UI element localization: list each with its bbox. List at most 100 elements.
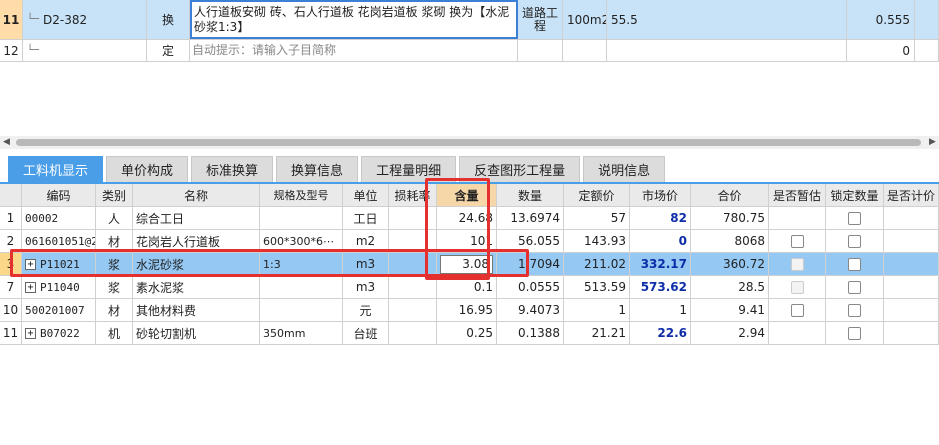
market-price-cell[interactable]: 332.17 — [630, 253, 691, 275]
tab-conversion-info[interactable]: 换算信息 — [276, 156, 359, 182]
name-cell[interactable]: 素水泥浆 — [133, 276, 260, 298]
detail-tabs: 工料机显示 单价构成 标准换算 换算信息 工程量明细 反查图形工程量 说明信息 — [8, 156, 668, 182]
total-cell[interactable]: 780.75 — [691, 207, 769, 229]
unit-cell[interactable]: 台班 — [343, 322, 389, 344]
estimate-checkbox[interactable] — [790, 234, 804, 248]
code-cell[interactable]: 00002 — [22, 207, 96, 229]
lock-qty-checkbox[interactable] — [848, 280, 861, 294]
scroll-right-icon[interactable]: ▶ — [926, 136, 939, 149]
header-is-estimate[interactable]: 是否暂估 — [769, 184, 826, 206]
code-cell[interactable]: + P11040 — [22, 276, 96, 298]
header-type[interactable]: 类别 — [96, 184, 133, 206]
calc-cell — [884, 230, 939, 252]
code-cell[interactable]: 500201007 — [22, 299, 96, 321]
table-row[interactable]: 10 500201007 材 其他材料费 元 16.95 9.4073 1 1 … — [0, 299, 939, 322]
type-cell[interactable]: 材 — [96, 299, 133, 321]
tab-standard-conversion[interactable]: 标准换算 — [191, 156, 274, 182]
quota-qty-cell[interactable] — [607, 40, 847, 61]
quota-qty-cell[interactable]: 55.5 — [607, 0, 847, 39]
type-cell[interactable]: 机 — [96, 322, 133, 344]
quota-type-cell[interactable]: 换 — [147, 0, 190, 39]
quota-price-cell[interactable]: 1 — [564, 299, 630, 321]
quota-price-cell[interactable]: 21.21 — [564, 322, 630, 344]
total-cell[interactable]: 28.5 — [691, 276, 769, 298]
header-unit[interactable]: 单位 — [343, 184, 389, 206]
code-cell[interactable]: + B07022 — [22, 322, 96, 344]
lock-qty-checkbox[interactable] — [848, 326, 861, 340]
tab-material-display[interactable]: 工料机显示 — [8, 156, 104, 182]
quota-name-editor[interactable]: 人行道板安砌 砖、石人行道板 花岗岩道板 浆砌 换为【水泥砂浆1:3】 — [190, 0, 518, 39]
market-price-cell[interactable]: 0 — [630, 230, 691, 252]
quota-major-cell[interactable]: 道路工程 — [518, 0, 563, 39]
header-total[interactable]: 合价 — [691, 184, 769, 206]
content-cell[interactable]: 16.95 — [437, 299, 497, 321]
table-row[interactable]: 11 + B07022 机 砂轮切割机 350mm 台班 0.25 0.1388 … — [0, 322, 939, 345]
name-cell[interactable]: 其他材料费 — [133, 299, 260, 321]
scrollbar-thumb[interactable] — [16, 139, 921, 146]
tab-unit-price-composition[interactable]: 单价构成 — [106, 156, 189, 182]
total-cell[interactable]: 9.41 — [691, 299, 769, 321]
quota-code-cell[interactable]: └─ — [23, 40, 147, 61]
header-name[interactable]: 名称 — [133, 184, 260, 206]
quota-price-cell[interactable]: 211.02 — [564, 253, 630, 275]
header-quantity[interactable]: 数量 — [497, 184, 564, 206]
quota-major-cell[interactable] — [518, 40, 563, 61]
quantity-cell[interactable]: 0.1388 — [497, 322, 564, 344]
header-market-price[interactable]: 市场价 — [630, 184, 691, 206]
type-cell[interactable]: 人 — [96, 207, 133, 229]
total-cell[interactable]: 2.94 — [691, 322, 769, 344]
lock-qty-checkbox[interactable] — [848, 234, 861, 248]
lock-qty-checkbox[interactable] — [848, 257, 861, 271]
unit-cell[interactable]: 元 — [343, 299, 389, 321]
spec-cell[interactable] — [260, 299, 343, 321]
total-cell[interactable]: 360.72 — [691, 253, 769, 275]
unit-cell[interactable]: 工日 — [343, 207, 389, 229]
scroll-left-icon[interactable]: ◀ — [0, 136, 13, 149]
quota-unit-cell[interactable]: 100m2 — [563, 0, 607, 39]
loss-cell[interactable] — [389, 322, 437, 344]
estimate-checkbox[interactable] — [790, 280, 804, 294]
quota-value-cell[interactable]: 0 — [847, 40, 915, 61]
unit-cell[interactable]: m3 — [343, 276, 389, 298]
quota-price-cell[interactable]: 143.93 — [564, 230, 630, 252]
quantity-cell[interactable]: 13.6974 — [497, 207, 564, 229]
estimate-checkbox[interactable] — [790, 257, 804, 271]
market-price-cell[interactable]: 22.6 — [630, 322, 691, 344]
name-cell[interactable]: 砂轮切割机 — [133, 322, 260, 344]
estimate-checkbox[interactable] — [790, 303, 804, 317]
header-is-calc[interactable]: 是否计价 — [884, 184, 939, 206]
header-code[interactable]: 编码 — [22, 184, 96, 206]
quota-price-cell[interactable]: 513.59 — [564, 276, 630, 298]
loss-cell[interactable] — [389, 299, 437, 321]
total-cell[interactable]: 8068 — [691, 230, 769, 252]
quota-name-hint[interactable]: 自动提示：请输入子目简称 — [190, 40, 518, 61]
spec-cell[interactable] — [260, 207, 343, 229]
quota-code-cell[interactable]: └─ D2-382 — [23, 0, 147, 39]
quota-row[interactable]: 12 └─ 定 自动提示：请输入子目简称 0 — [0, 40, 939, 62]
spec-cell[interactable]: 350mm — [260, 322, 343, 344]
name-cell[interactable]: 综合工日 — [133, 207, 260, 229]
expand-icon[interactable]: + — [25, 327, 36, 339]
quota-price-cell[interactable]: 57 — [564, 207, 630, 229]
content-cell[interactable]: 0.25 — [437, 322, 497, 344]
quota-value-cell[interactable]: 0.555 — [847, 0, 915, 39]
quantity-cell[interactable]: 9.4073 — [497, 299, 564, 321]
market-price-cell[interactable]: 82 — [630, 207, 691, 229]
header-spec[interactable]: 规格及型号 — [260, 184, 343, 206]
header-quota-price[interactable]: 定额价 — [564, 184, 630, 206]
expand-icon[interactable]: + — [25, 281, 36, 293]
quantity-cell[interactable]: 0.0555 — [497, 276, 564, 298]
type-cell[interactable]: 浆 — [96, 276, 133, 298]
quota-type-cell[interactable]: 定 — [147, 40, 190, 61]
tab-description[interactable]: 说明信息 — [583, 156, 666, 182]
lock-qty-cell — [826, 276, 884, 298]
horizontal-scrollbar[interactable]: ◀ ▶ — [0, 136, 939, 149]
spec-cell[interactable] — [260, 276, 343, 298]
lock-qty-checkbox[interactable] — [848, 211, 861, 225]
market-price-cell[interactable]: 1 — [630, 299, 691, 321]
lock-qty-checkbox[interactable] — [848, 303, 861, 317]
header-lock-qty[interactable]: 锁定数量 — [826, 184, 884, 206]
market-price-cell[interactable]: 573.62 — [630, 276, 691, 298]
quota-unit-cell[interactable] — [563, 40, 607, 61]
quota-row[interactable]: 11 └─ D2-382 换 人行道板安砌 砖、石人行道板 花岗岩道板 浆砌 换为… — [0, 0, 939, 40]
